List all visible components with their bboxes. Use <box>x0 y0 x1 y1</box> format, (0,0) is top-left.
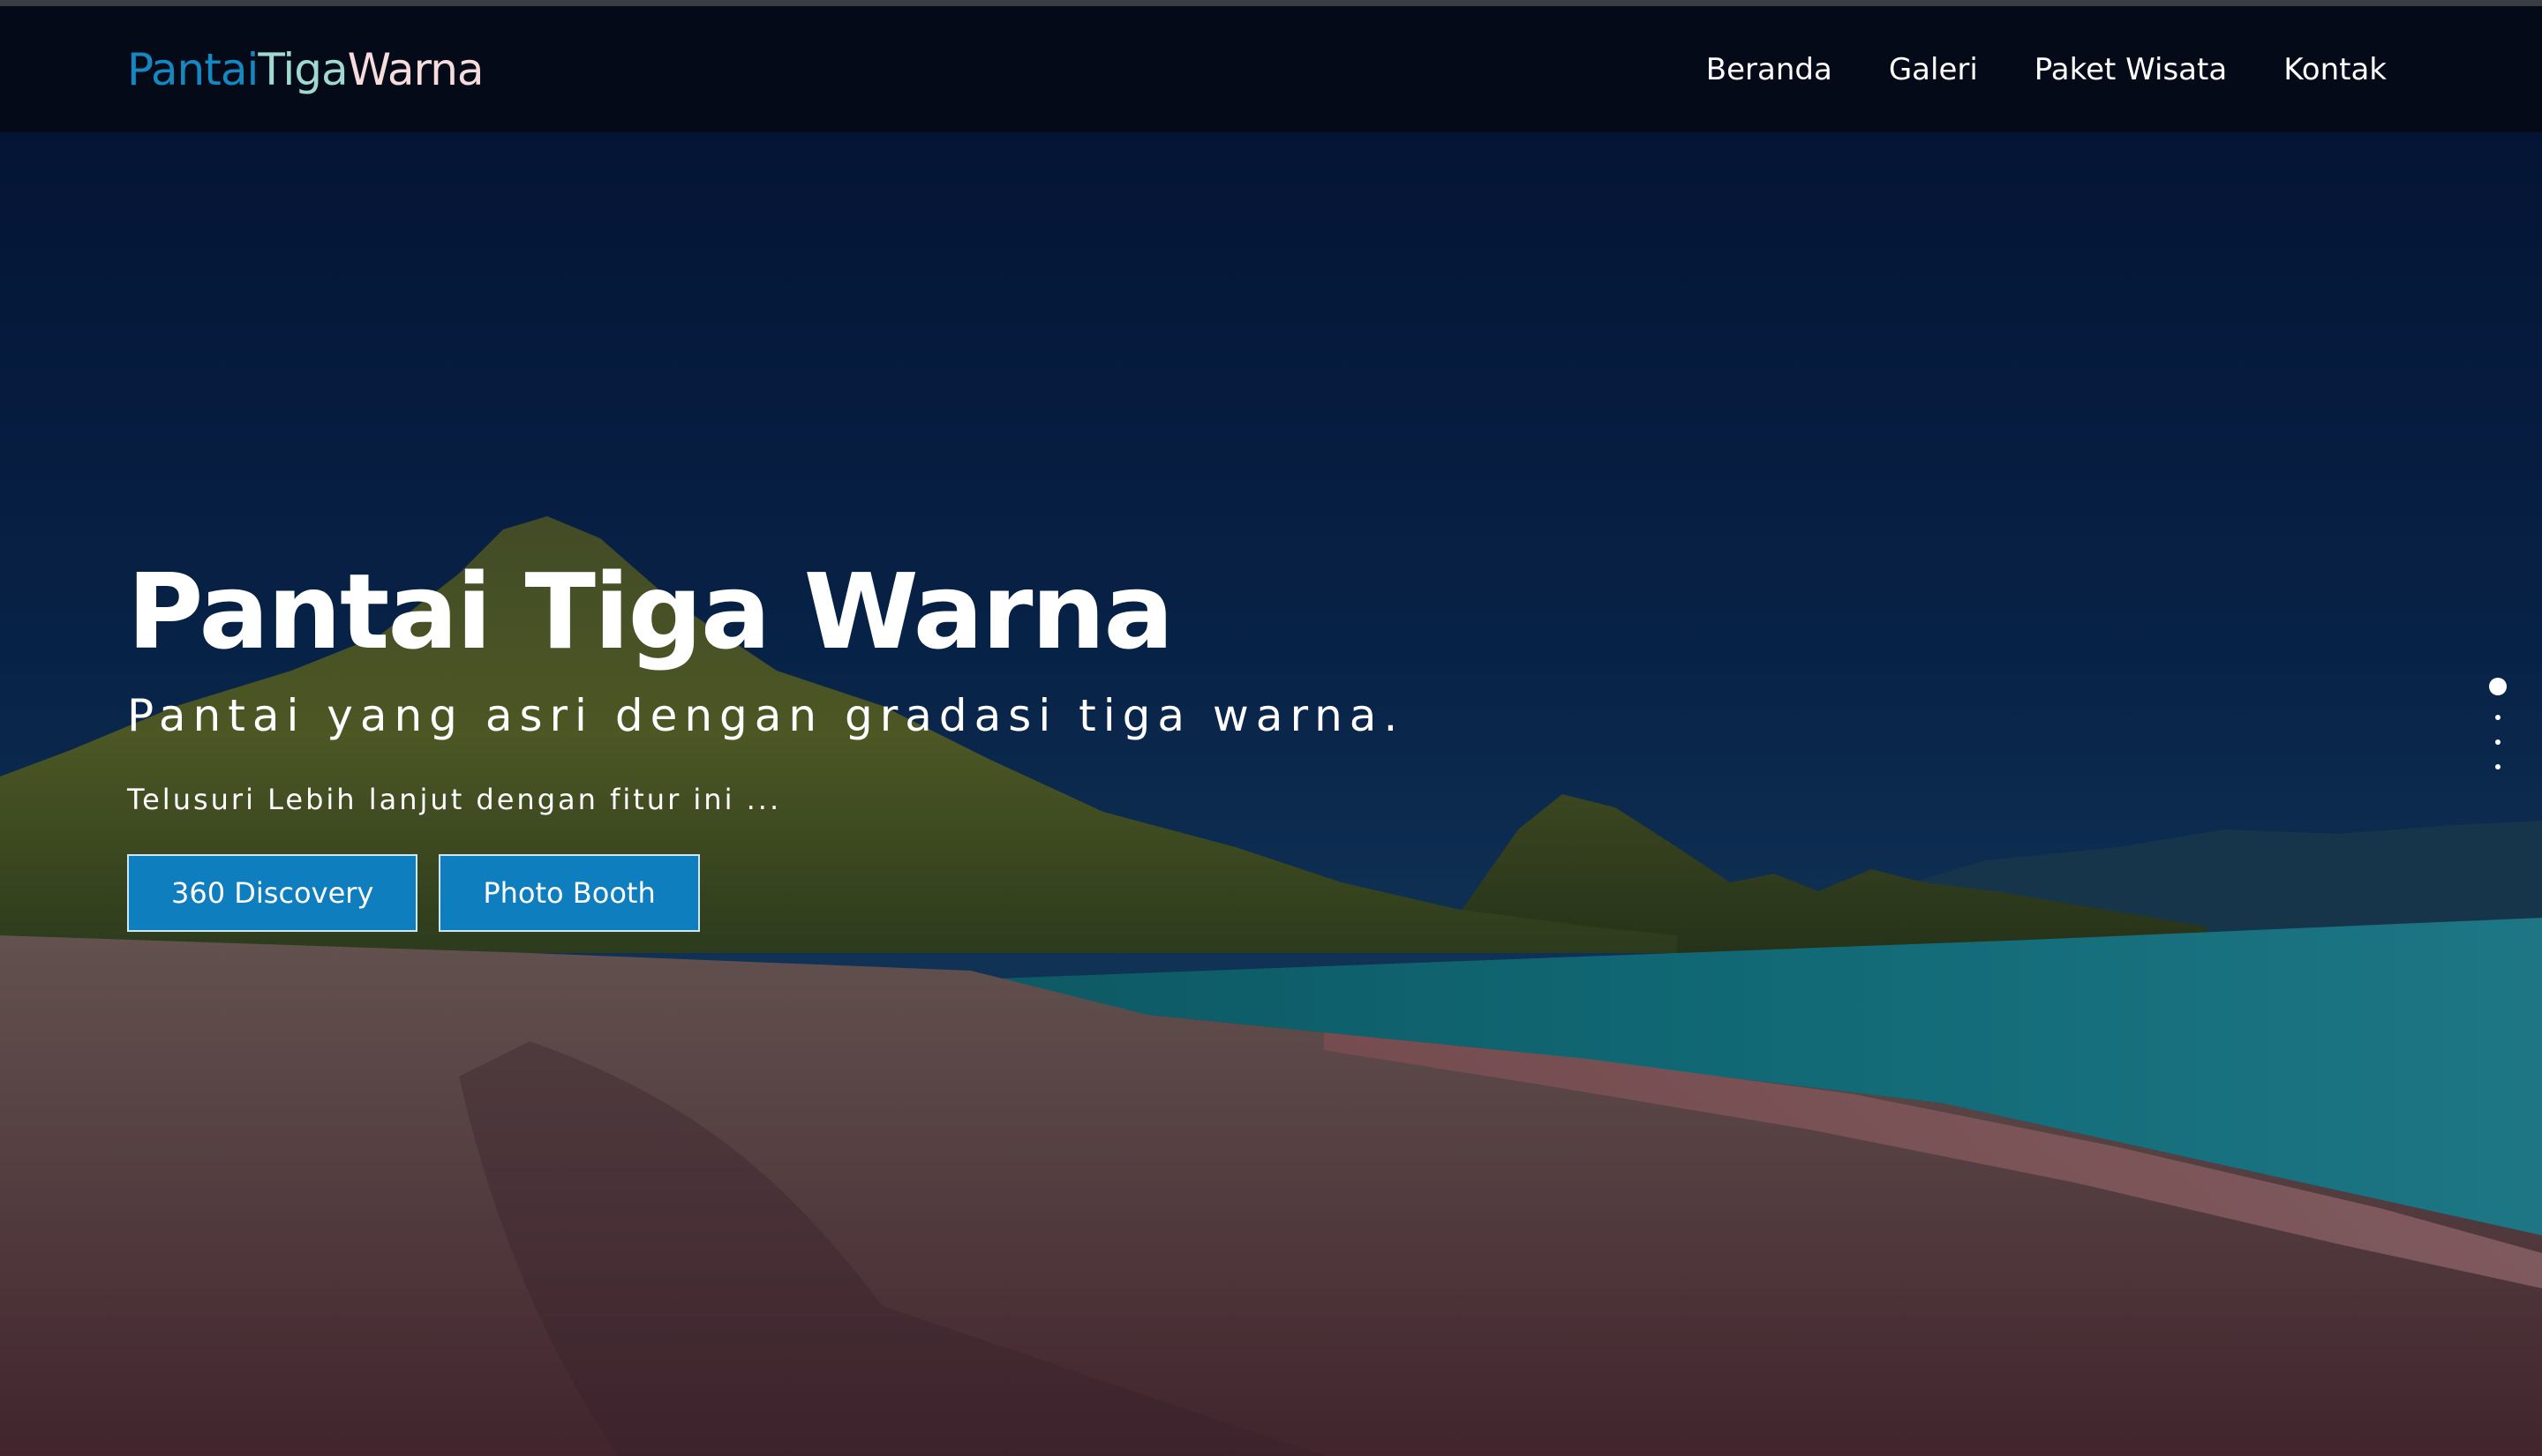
carousel-dot-2[interactable] <box>2495 715 2501 720</box>
carousel-dot-3[interactable] <box>2495 739 2501 745</box>
window-top-edge <box>0 0 2542 6</box>
discovery-360-button[interactable]: 360 Discovery <box>127 854 418 932</box>
brand-part-pantai: Pantai <box>127 43 259 95</box>
brand-part-tiga: Tiga <box>258 43 348 95</box>
carousel-indicators <box>2489 678 2507 769</box>
hero-lead-text: Telusuri Lebih lanjut dengan fitur ini .… <box>127 783 782 816</box>
nav-link-paket-wisata[interactable]: Paket Wisata <box>2034 52 2227 87</box>
navbar: Pantai Tiga Warna Beranda Galeri Paket Wis… <box>0 6 2542 132</box>
hero-content: Pantai Tiga Warna Pantai yang asri denga… <box>127 545 1716 932</box>
nav-link-beranda[interactable]: Beranda <box>1706 52 1832 87</box>
nav-menu: Beranda Galeri Paket Wisata Kontak <box>1706 52 2387 87</box>
photo-booth-button[interactable]: Photo Booth <box>439 854 700 932</box>
brand-logo[interactable]: Pantai Tiga Warna <box>127 43 485 95</box>
nav-link-galeri[interactable]: Galeri <box>1889 52 1978 87</box>
carousel-dot-1[interactable] <box>2489 678 2507 695</box>
hero-subtitle: Pantai yang asri dengan gradasi tiga war… <box>127 690 1405 741</box>
hero-title: Pantai Tiga Warna <box>127 551 1174 672</box>
hero-button-group: 360 Discovery Photo Booth <box>127 854 1716 932</box>
brand-part-warna: Warna <box>347 43 485 95</box>
nav-link-kontak[interactable]: Kontak <box>2283 52 2387 87</box>
page: Pantai Tiga Warna Beranda Galeri Paket Wis… <box>0 0 2542 1456</box>
carousel-dot-4[interactable] <box>2495 764 2501 769</box>
